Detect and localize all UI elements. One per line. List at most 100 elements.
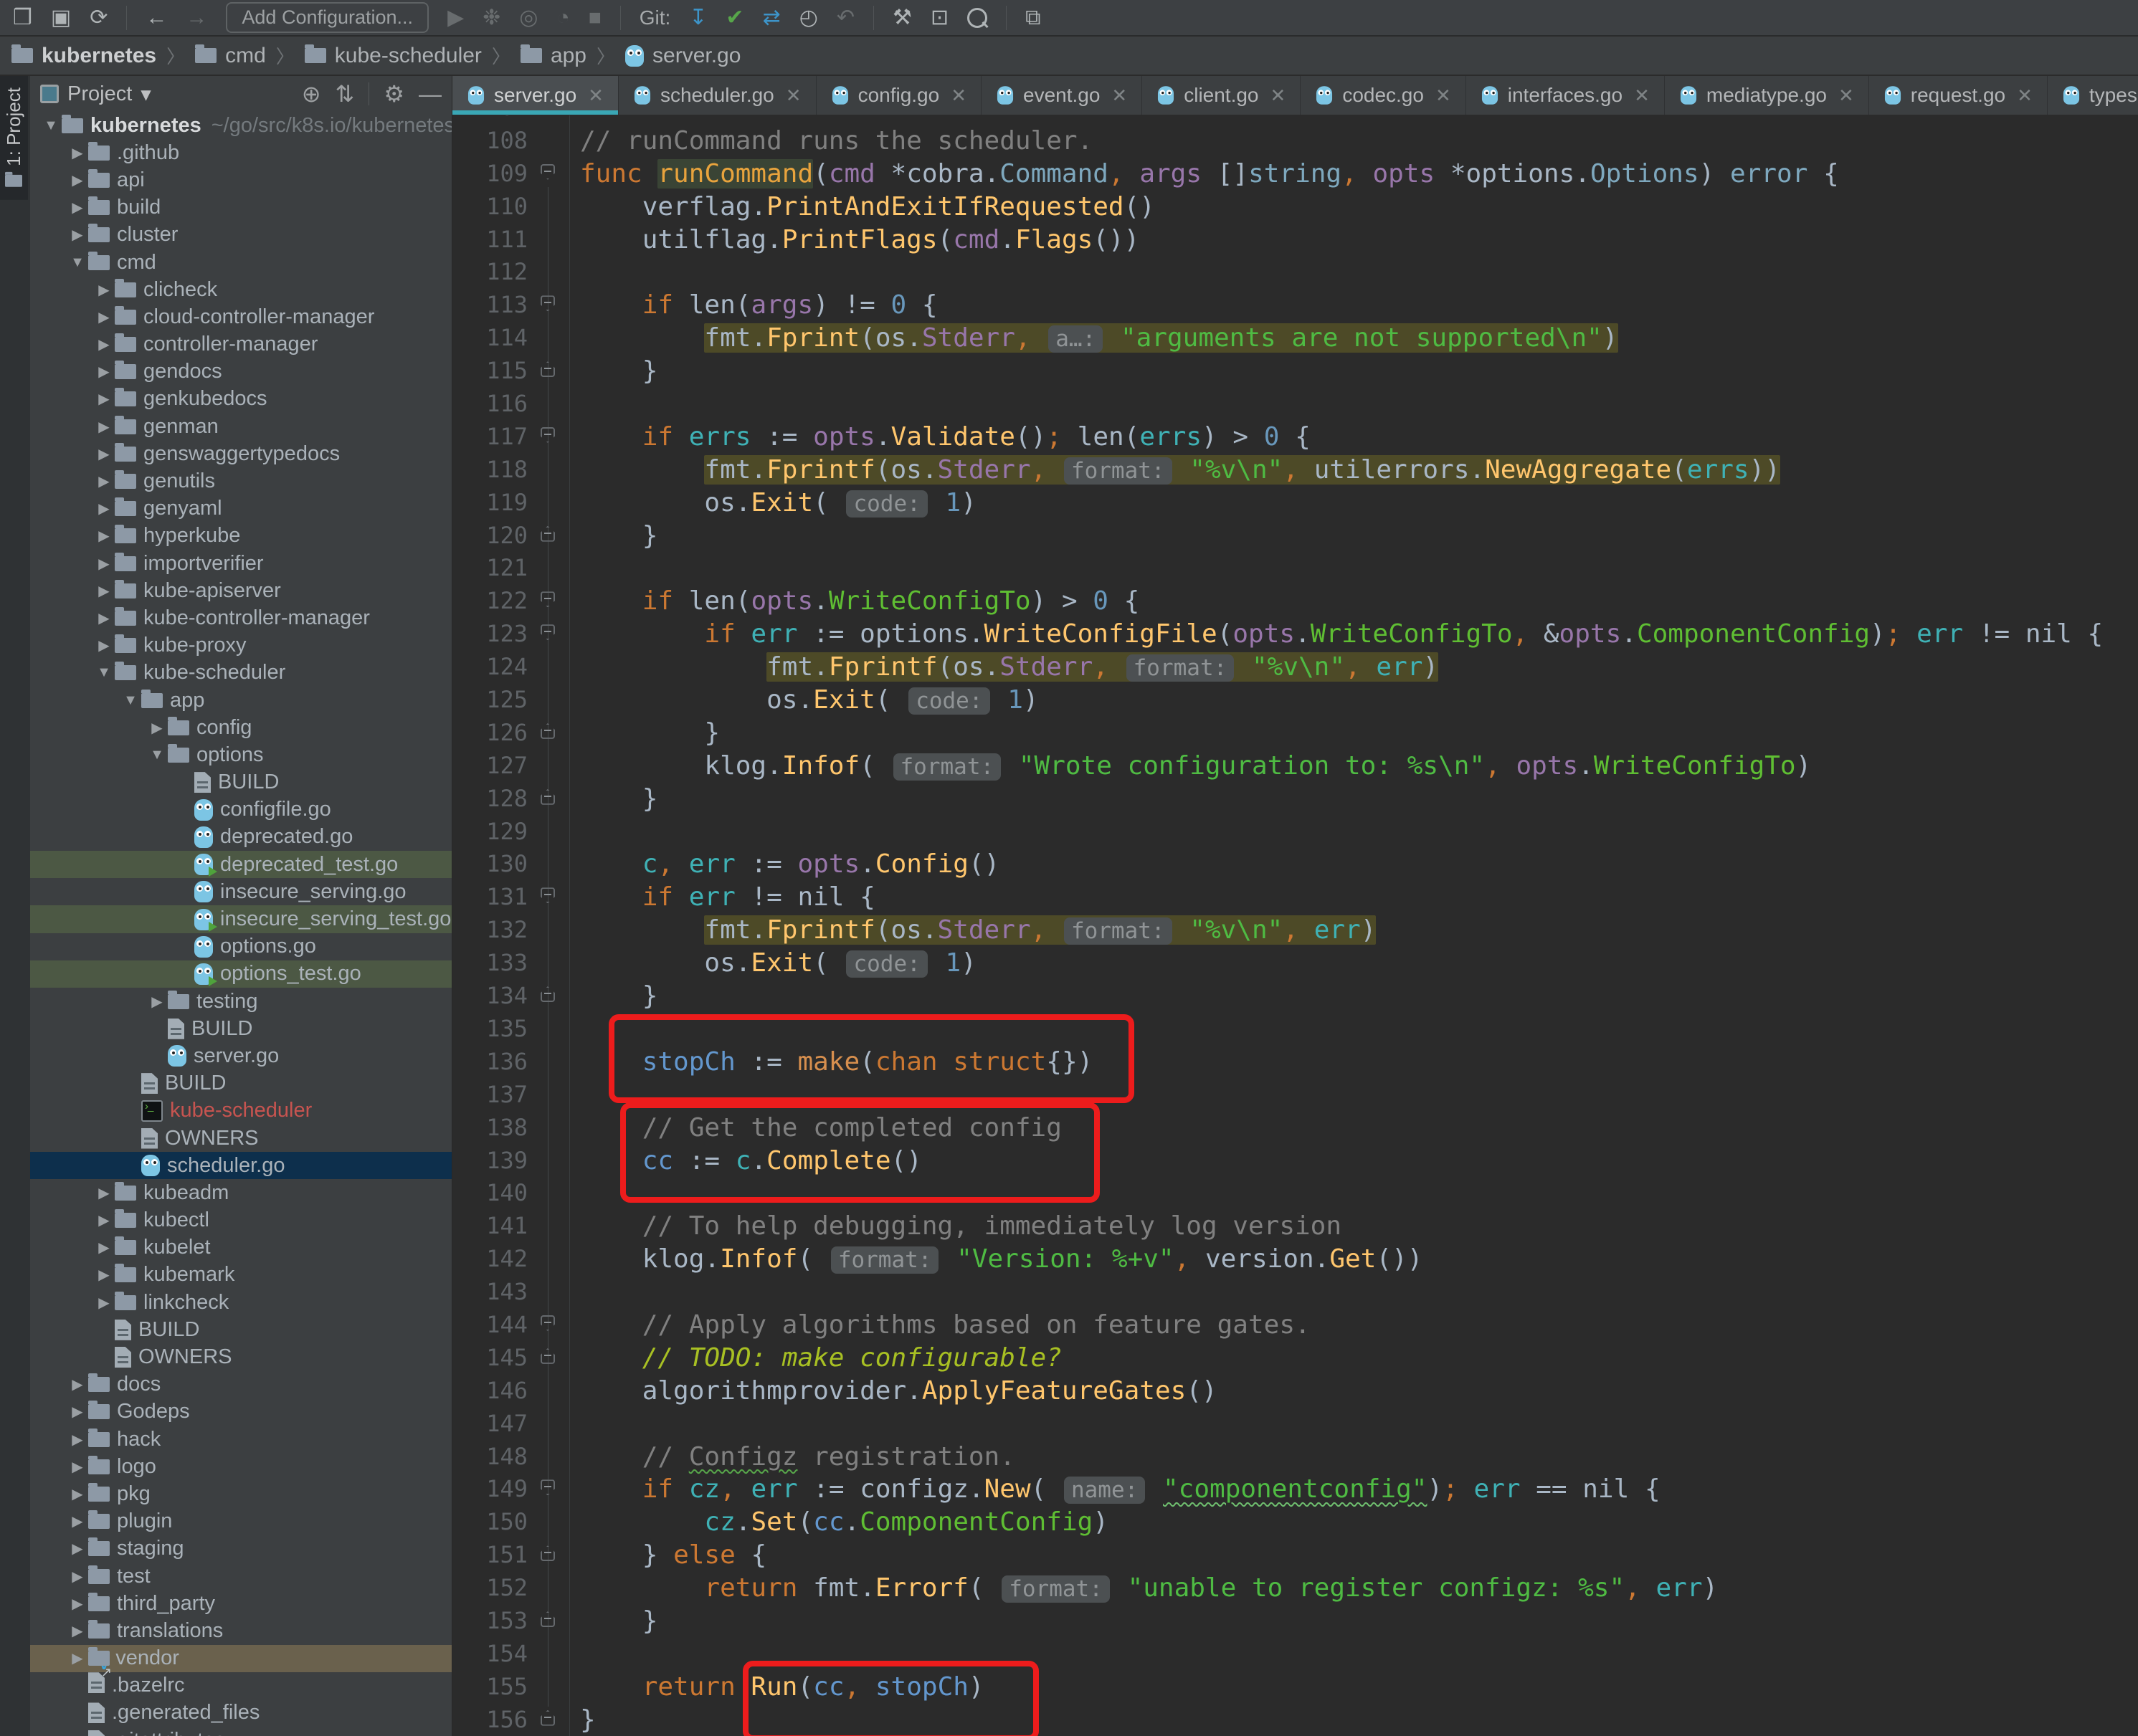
rollback-icon[interactable]: ↶ — [837, 7, 855, 29]
close-icon[interactable]: ✕ — [1838, 85, 1854, 107]
chevron-collapsed-icon[interactable]: ▶ — [67, 1568, 88, 1585]
merge-icon[interactable]: ⇄ — [763, 7, 781, 29]
tab-codec.go[interactable]: codec.go✕ — [1301, 76, 1465, 115]
chevron-collapsed-icon[interactable]: ▶ — [67, 1540, 88, 1558]
tree-row[interactable]: BUILD — [30, 1015, 452, 1042]
tree-row[interactable]: ▶kube-proxy — [30, 632, 452, 659]
chevron-collapsed-icon[interactable]: ▶ — [93, 527, 115, 545]
tree-row[interactable]: ▶kubeadm — [30, 1179, 452, 1206]
tree-row[interactable]: BUILD — [30, 769, 452, 796]
tree-row[interactable]: ▶linkcheck — [30, 1289, 452, 1316]
chevron-collapsed-icon[interactable]: ▶ — [93, 308, 115, 326]
chevron-collapsed-icon[interactable]: ▶ — [93, 472, 115, 490]
chevron-collapsed-icon[interactable]: ▶ — [67, 1375, 88, 1393]
chevron-collapsed-icon[interactable]: ▶ — [67, 1512, 88, 1530]
tree-row[interactable]: ▶third_party — [30, 1590, 452, 1617]
chevron-collapsed-icon[interactable]: ▶ — [93, 335, 115, 353]
fold-start-icon[interactable] — [541, 887, 555, 903]
chevron-collapsed-icon[interactable]: ▶ — [93, 390, 115, 408]
close-icon[interactable]: ✕ — [951, 85, 966, 107]
tree-row[interactable]: insecure_serving_test.go — [30, 905, 452, 933]
tree-row[interactable]: ▶clicheck — [30, 276, 452, 303]
tree-row[interactable]: .gitattributes — [30, 1727, 452, 1736]
close-icon[interactable]: ✕ — [588, 85, 604, 107]
tree-row[interactable]: ▶vvendor — [30, 1645, 452, 1672]
save-all-icon[interactable]: ▣ — [51, 7, 71, 29]
fold-end-icon[interactable] — [541, 789, 555, 805]
tree-row[interactable]: ▶docs — [30, 1371, 452, 1398]
chevron-collapsed-icon[interactable]: ▶ — [93, 363, 115, 381]
tree-row[interactable]: ▶pkg — [30, 1480, 452, 1507]
chevron-collapsed-icon[interactable]: ▶ — [67, 1403, 88, 1421]
tree-row[interactable]: server.go — [30, 1042, 452, 1069]
tree-row[interactable]: ▼cmd — [30, 249, 452, 276]
commit-icon[interactable]: ✔ — [726, 7, 743, 29]
close-icon[interactable]: ✕ — [1111, 85, 1127, 107]
fold-end-icon[interactable] — [541, 1348, 555, 1364]
fold-end-icon[interactable] — [541, 1710, 555, 1726]
fold-end-icon[interactable] — [541, 1545, 555, 1561]
tree-row[interactable]: ▶.github — [30, 139, 452, 166]
tree-row[interactable]: ▶importverifier — [30, 550, 452, 577]
breadcrumb-item[interactable]: app — [521, 44, 586, 68]
tree-row[interactable]: ▶genkubedocs — [30, 386, 452, 413]
chevron-collapsed-icon[interactable]: ▶ — [93, 582, 115, 600]
coverage-icon[interactable]: ◎ — [519, 7, 538, 29]
update-project-icon[interactable]: ↧ — [689, 7, 707, 29]
tree-row[interactable]: ▶genswaggertypedocs — [30, 440, 452, 467]
tree-row[interactable]: ▶cloud-controller-manager — [30, 303, 452, 330]
tree-row[interactable]: options_test.go — [30, 960, 452, 988]
chevron-collapsed-icon[interactable]: ▶ — [67, 1431, 88, 1449]
tab-types.go[interactable]: types.go✕ — [2048, 76, 2138, 115]
tree-row[interactable]: options.go — [30, 933, 452, 960]
back-icon[interactable]: ← — [146, 7, 167, 29]
run-anything-icon[interactable]: ⊡ — [931, 7, 949, 29]
sidebar-item-project[interactable]: 1: Project — [0, 76, 28, 200]
close-icon[interactable]: ✕ — [786, 85, 802, 107]
chevron-collapsed-icon[interactable]: ▶ — [93, 1184, 115, 1202]
tab-client.go[interactable]: client.go✕ — [1142, 76, 1301, 115]
remote-devices-icon[interactable]: ⧉ — [1025, 7, 1040, 29]
chevron-collapsed-icon[interactable]: ▶ — [67, 226, 88, 244]
tree-row[interactable]: BUILD — [30, 1316, 452, 1343]
chevron-collapsed-icon[interactable]: ▶ — [67, 1622, 88, 1640]
chevron-collapsed-icon[interactable]: ▶ — [67, 1485, 88, 1503]
tree-row[interactable]: ▶Godeps — [30, 1398, 452, 1426]
breadcrumb-item[interactable]: kube-scheduler — [305, 44, 482, 68]
locate-icon[interactable]: ⊕ — [302, 80, 321, 108]
chevron-collapsed-icon[interactable]: ▶ — [67, 144, 88, 162]
tree-row[interactable]: ▶hack — [30, 1426, 452, 1453]
tree-row[interactable]: kube-scheduler — [30, 1097, 452, 1125]
fold-start-icon[interactable] — [541, 295, 555, 311]
tree-row[interactable]: OWNERS — [30, 1343, 452, 1370]
fold-end-icon[interactable] — [541, 361, 555, 377]
tree-row[interactable]: BUILD — [30, 1070, 452, 1097]
chevron-expanded-icon[interactable]: ▼ — [40, 118, 62, 134]
tab-mediatype.go[interactable]: mediatype.go✕ — [1665, 76, 1869, 115]
tree-row[interactable]: scheduler.go — [30, 1152, 452, 1179]
stop-icon[interactable]: ■ — [589, 7, 602, 29]
chevron-expanded-icon[interactable]: ▼ — [146, 747, 168, 763]
tab-config.go[interactable]: config.go✕ — [817, 76, 982, 115]
close-icon[interactable]: ✕ — [1270, 85, 1286, 107]
chevron-collapsed-icon[interactable]: ▶ — [67, 1595, 88, 1613]
chevron-collapsed-icon[interactable]: ▶ — [67, 1458, 88, 1476]
tab-server.go[interactable]: server.go✕ — [452, 76, 619, 115]
chevron-collapsed-icon[interactable]: ▶ — [93, 609, 115, 627]
chevron-collapsed-icon[interactable]: ▶ — [93, 636, 115, 654]
breadcrumb-item[interactable]: cmd — [195, 44, 266, 68]
tree-row[interactable]: ▶genyaml — [30, 495, 452, 523]
tab-scheduler.go[interactable]: scheduler.go✕ — [619, 76, 817, 115]
tree-row[interactable]: configfile.go — [30, 796, 452, 824]
chevron-collapsed-icon[interactable]: ▶ — [67, 171, 88, 189]
hide-icon[interactable]: — — [419, 81, 442, 108]
chevron-collapsed-icon[interactable]: ▶ — [93, 281, 115, 299]
debug-icon[interactable]: ❉ — [483, 7, 500, 29]
history-icon[interactable]: ◴ — [799, 7, 818, 29]
forward-icon[interactable]: → — [186, 7, 207, 29]
chevron-expanded-icon[interactable]: ▼ — [67, 254, 88, 271]
chevron-collapsed-icon[interactable]: ▶ — [93, 1266, 115, 1284]
tree-row[interactable]: OWNERS — [30, 1125, 452, 1152]
close-icon[interactable]: ✕ — [2017, 85, 2033, 107]
chevron-collapsed-icon[interactable]: ▶ — [93, 1239, 115, 1256]
